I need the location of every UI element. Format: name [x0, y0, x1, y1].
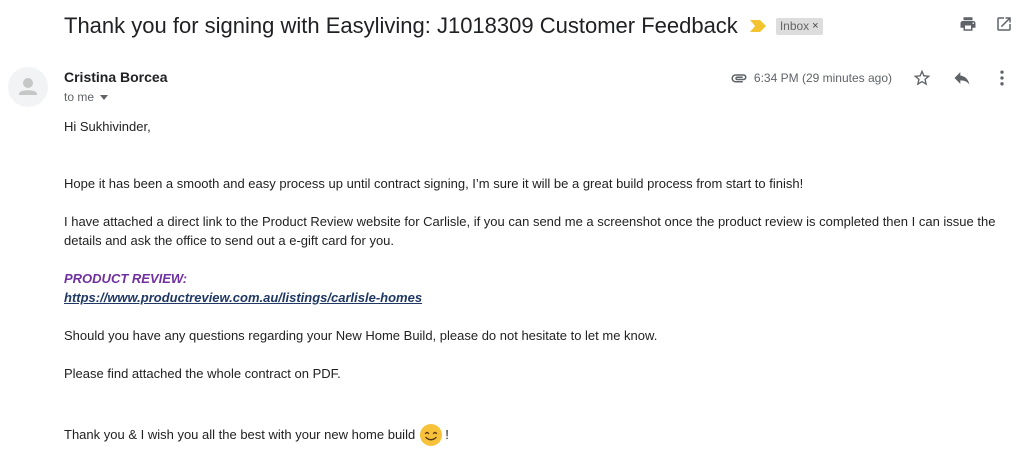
chevron-down-icon — [100, 94, 109, 100]
print-icon[interactable] — [958, 14, 978, 34]
closing-line: Thank you & I wish you all the best with… — [64, 422, 449, 446]
body-paragraph: Should you have any questions regarding … — [64, 328, 658, 343]
recipient-details-toggle[interactable]: to me — [64, 90, 109, 104]
body-paragraph: Hope it has been a smooth and easy proce… — [64, 176, 804, 191]
message-timestamp: 6:34 PM (29 minutes ago) — [753, 71, 892, 85]
greeting-line: Hi Sukhivinder, — [64, 119, 151, 134]
thread-actions — [958, 14, 1014, 34]
open-in-new-window-icon[interactable] — [994, 14, 1014, 34]
importance-marker-icon[interactable] — [749, 20, 766, 32]
default-avatar-icon — [19, 78, 37, 95]
closing-text: Thank you & I wish you all the best with… — [64, 426, 416, 442]
inbox-label-text: Inbox — [779, 18, 810, 33]
product-review-heading: PRODUCT REVIEW: — [64, 271, 188, 286]
more-vert-icon[interactable] — [992, 68, 1012, 88]
product-review-link[interactable]: https://www.productreview.com.au/listing… — [64, 288, 422, 307]
sender-avatar[interactable] — [8, 67, 48, 107]
star-icon[interactable] — [912, 68, 932, 88]
body-paragraph: I have attached a direct link to the Pro… — [64, 214, 996, 248]
closing-exclamation: ! — [445, 426, 449, 442]
inbox-label-chip[interactable]: Inbox × — [775, 17, 823, 35]
email-subject: Thank you for signing with Easyliving: J… — [64, 13, 738, 38]
body-paragraph: Please find attached the whole contract … — [64, 366, 341, 381]
reply-icon[interactable] — [952, 68, 972, 88]
message-meta: 6:34 PM (29 minutes ago) — [730, 66, 1012, 90]
sender-name[interactable]: Cristina Borcea — [64, 69, 167, 85]
smiling-face-emoji — [419, 422, 443, 446]
subject-row: Thank you for signing with Easyliving: J… — [64, 12, 823, 40]
recipient-text: to me — [64, 90, 95, 104]
remove-label-button[interactable]: × — [812, 20, 818, 32]
attachment-icon — [730, 69, 748, 87]
